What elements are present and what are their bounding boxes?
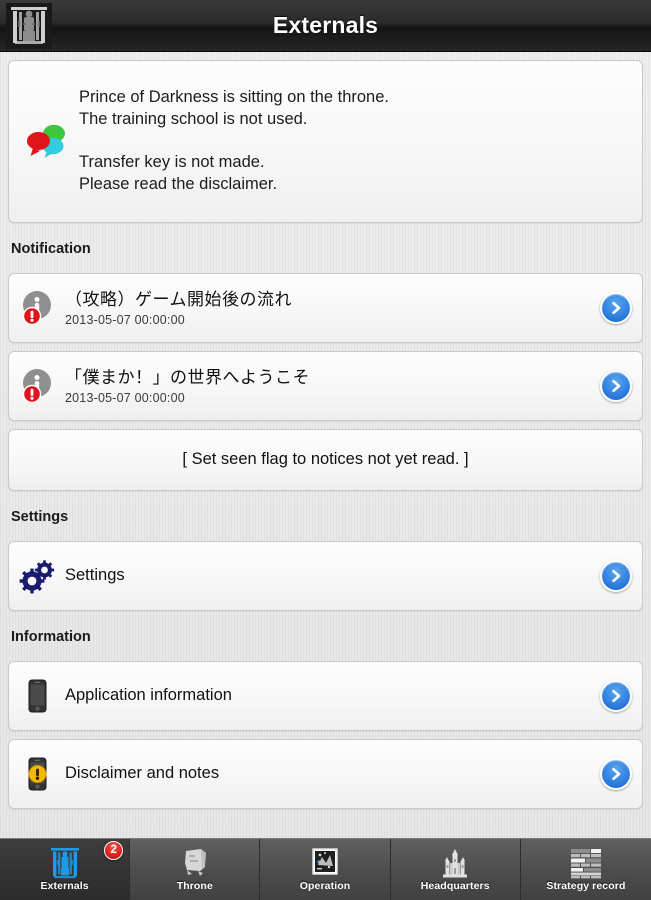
scroll-body: Prince of Darkness is sitting on the thr… (0, 52, 651, 838)
application-information-item[interactable]: Application information (8, 660, 643, 731)
tab-label-externals: Externals (40, 880, 89, 892)
notification-timestamp: 2013-05-07 00:00:00 (65, 390, 185, 405)
table-row[interactable]: 「僕まか！」の世界へようこそ 2013-05-07 00:00:00 (9, 352, 642, 420)
info-alert-icon (19, 288, 57, 328)
application-information-label: Application information (65, 686, 232, 705)
notification-item-1[interactable]: （攻略）ゲーム開始後の流れ 2013-05-07 00:00:00 (8, 272, 643, 343)
throne-chair-icon (178, 847, 212, 879)
chevron-right-icon[interactable] (600, 679, 632, 712)
bottom-tab-bar: Externals 2 Throne Operation Headquarter… (0, 838, 651, 900)
settings-item[interactable]: Settings (8, 540, 643, 611)
notification-title: 「僕まか！」の世界へようこそ (65, 367, 310, 387)
section-label-settings: Settings (11, 508, 69, 525)
message-panel: Prince of Darkness is sitting on the thr… (8, 60, 643, 223)
section-label-information: Information (11, 628, 91, 645)
tab-operation[interactable]: Operation (260, 839, 391, 900)
page-title: Externals (272, 12, 379, 38)
disclaimer-and-notes-item[interactable]: Disclaimer and notes (8, 738, 643, 809)
chevron-right-icon[interactable] (600, 369, 632, 402)
chevron-right-icon[interactable] (600, 559, 632, 592)
tab-label-strategy-record: Strategy record (546, 880, 626, 892)
section-label-notification: Notification (11, 240, 91, 257)
settings-label: Settings (65, 566, 125, 585)
settings-content: Settings (65, 566, 600, 585)
app-header: Externals (0, 0, 651, 52)
speech-bubbles-icon (25, 118, 71, 164)
application-information-content: Application information (65, 686, 600, 705)
notification-title: （攻略）ゲーム開始後の流れ (65, 289, 292, 309)
phone-warning-icon (19, 754, 57, 794)
table-row[interactable]: （攻略）ゲーム開始後の流れ 2013-05-07 00:00:00 (9, 274, 642, 342)
table-row[interactable]: Settings (9, 542, 642, 610)
tab-label-operation: Operation (299, 880, 351, 892)
chevron-right-icon[interactable] (600, 757, 632, 790)
tab-externals[interactable]: Externals 2 (0, 839, 131, 900)
table-row[interactable]: Disclaimer and notes (9, 740, 642, 808)
notification-content: （攻略）ゲーム開始後の流れ 2013-05-07 00:00:00 (65, 289, 600, 327)
app-root: Externals Prince of Darkness is sitting … (0, 0, 651, 900)
table-row[interactable]: Application information (9, 662, 642, 730)
status-badge: 2 (104, 841, 124, 860)
records-table-icon (569, 847, 603, 879)
castle-icon (438, 847, 472, 879)
notification-timestamp: 2013-05-07 00:00:00 (65, 312, 185, 327)
throne-gate-logo-icon (6, 3, 52, 49)
tab-strategy-record[interactable]: Strategy record (520, 839, 651, 900)
map-icon (308, 847, 342, 879)
info-alert-icon (19, 366, 57, 406)
tab-throne[interactable]: Throne (130, 839, 261, 900)
set-seen-flag-label: [ Set seen flag to notices not yet read.… (182, 450, 469, 469)
chevron-right-icon[interactable] (600, 291, 632, 324)
gate-icon (48, 847, 82, 879)
message-text: Prince of Darkness is sitting on the thr… (79, 88, 389, 194)
notification-content: 「僕まか！」の世界へようこそ 2013-05-07 00:00:00 (65, 367, 600, 405)
tab-headquarters[interactable]: Headquarters (390, 839, 521, 900)
phone-icon (19, 676, 57, 716)
tab-label-throne: Throne (176, 880, 213, 892)
tab-label-headquarters: Headquarters (420, 880, 490, 892)
disclaimer-and-notes-label: Disclaimer and notes (65, 764, 220, 783)
notification-item-2[interactable]: 「僕まか！」の世界へようこそ 2013-05-07 00:00:00 (8, 350, 643, 421)
gears-icon (19, 556, 57, 596)
disclaimer-and-notes-content: Disclaimer and notes (65, 764, 600, 783)
set-seen-flag-button[interactable]: [ Set seen flag to notices not yet read.… (8, 428, 643, 491)
